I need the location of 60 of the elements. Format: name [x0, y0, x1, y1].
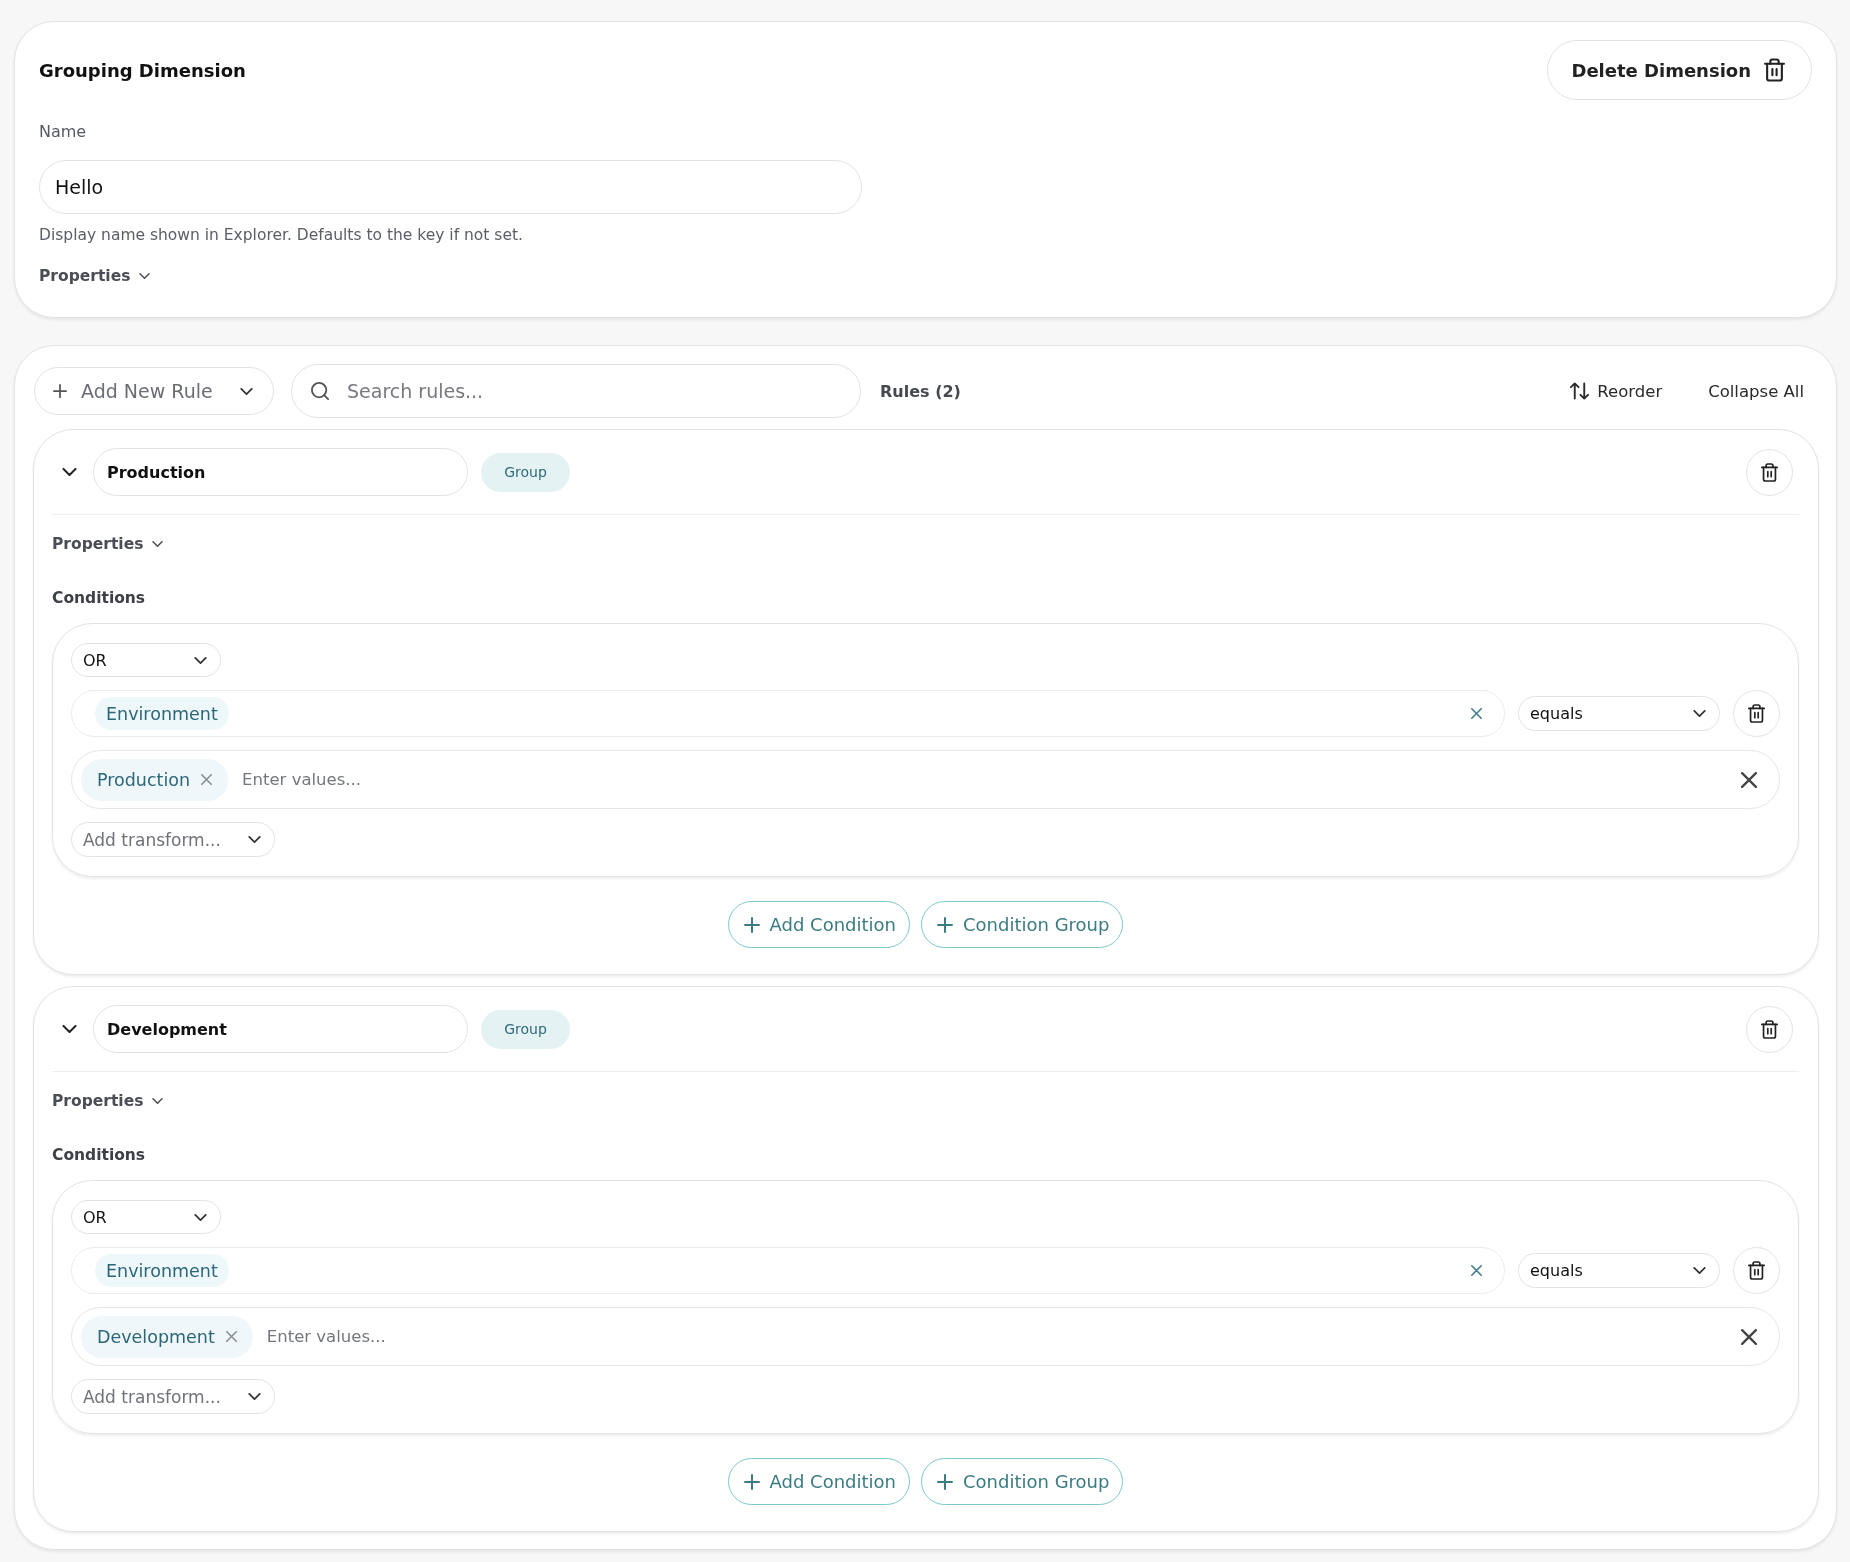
trash-icon [1761, 462, 1778, 482]
plus-icon [743, 1473, 760, 1490]
name-help-text: Display name shown in Explorer. Defaults to the key if not set. [39, 225, 524, 246]
add-condition-group-button[interactable]: Condition Group [921, 1458, 1124, 1505]
remove-icon[interactable] [225, 1331, 237, 1342]
value-text: Production [97, 769, 191, 790]
plus-icon [53, 384, 67, 398]
trash-icon [1761, 1019, 1778, 1039]
values-input[interactable]: Enter values... [266, 1321, 1741, 1352]
field-tag: Environment [95, 697, 229, 730]
properties-toggle[interactable]: Properties [52, 1090, 164, 1112]
clear-icon[interactable] [1471, 708, 1482, 719]
chevron-down-icon [194, 1213, 207, 1221]
up-down-arrows-icon [1570, 382, 1590, 400]
rule-name-input[interactable]: Development [93, 1005, 468, 1053]
conditions-label: Conditions [52, 588, 147, 609]
chevron-down-icon [194, 656, 207, 664]
conditions-label: Conditions [52, 1145, 147, 1166]
chevron-down-icon [248, 836, 261, 843]
chevron-down-icon [1693, 710, 1706, 717]
plus-icon [937, 916, 953, 933]
transform-select[interactable]: Add transform... [71, 1379, 275, 1414]
trash-icon [1748, 1261, 1765, 1280]
properties-toggle[interactable]: Properties [52, 533, 164, 555]
values-input[interactable]: Enter values... [242, 764, 1741, 795]
search-icon [311, 382, 329, 400]
chevron-down-icon [240, 387, 253, 395]
value-text: Development [97, 1326, 215, 1347]
trash-icon [1748, 704, 1765, 723]
rule-name-input[interactable]: Production [93, 448, 468, 496]
properties-toggle[interactable]: Properties [39, 265, 151, 287]
close-icon[interactable] [1741, 1328, 1757, 1345]
rule-type-badge: Group [481, 1009, 570, 1049]
add-condition-button[interactable]: Add Condition [727, 901, 910, 948]
name-input[interactable]: Hello [39, 160, 862, 214]
trash-icon [1764, 58, 1785, 82]
rules-count: Rules (2) [880, 381, 961, 401]
add-condition-group-button[interactable]: Condition Group [921, 901, 1124, 948]
dimension-title: Grouping Dimension [39, 59, 246, 81]
chevron-icon[interactable] [62, 1025, 77, 1033]
plus-icon [743, 916, 760, 933]
operator-select[interactable]: OR [71, 643, 221, 677]
collapse-all-button[interactable]: Collapse All [1708, 371, 1804, 411]
transform-select[interactable]: Add transform... [71, 822, 275, 857]
operator-select[interactable]: OR [71, 1200, 221, 1234]
close-icon[interactable] [1741, 771, 1757, 788]
chevron-down-icon [248, 1393, 261, 1400]
clear-icon[interactable] [1471, 1265, 1482, 1276]
add-condition-button[interactable]: Add Condition [727, 1458, 910, 1505]
name-label: Name [39, 121, 88, 143]
comparator-select[interactable]: equals [1518, 1253, 1720, 1288]
search-field[interactable]: Search rules... [291, 364, 861, 418]
plus-icon [937, 1473, 953, 1490]
reorder-button[interactable]: Reorder [1570, 371, 1663, 411]
chevron-down-icon [1693, 1267, 1706, 1274]
remove-icon[interactable] [201, 774, 213, 785]
chevron-icon[interactable] [62, 468, 77, 476]
comparator-select[interactable]: equals [1518, 696, 1720, 731]
field-tag: Environment [95, 1254, 229, 1287]
rule-type-badge: Group [481, 452, 570, 492]
